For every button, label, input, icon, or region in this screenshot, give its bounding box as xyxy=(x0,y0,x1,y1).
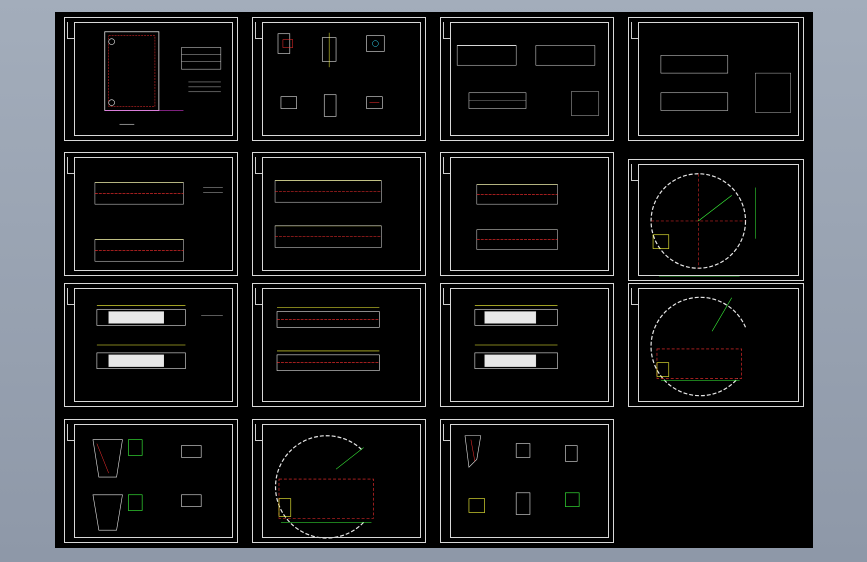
drawing-sheet-circular-plan-3[interactable] xyxy=(252,419,426,543)
drawing-sheet-cover-plan[interactable] xyxy=(64,17,238,141)
drawing-sheet-joint-details[interactable] xyxy=(440,419,614,543)
sheet-graphic xyxy=(474,305,558,369)
sheet-graphic xyxy=(660,55,791,113)
drawing-sheet-beam-plan[interactable] xyxy=(64,283,238,407)
sheet-graphic xyxy=(650,173,756,277)
sheet-graphic xyxy=(274,435,374,539)
sheet-graphic xyxy=(104,31,222,125)
drawing-canvas[interactable] xyxy=(55,12,813,548)
drawing-sheet-plan-with-columns[interactable] xyxy=(440,152,614,276)
sheet-graphic xyxy=(464,435,580,515)
sheet-graphic xyxy=(92,439,202,531)
sheet-graphic xyxy=(277,32,385,117)
drawing-sheet-truss-elevations[interactable] xyxy=(440,17,614,141)
drawing-sheet-beam-plan[interactable] xyxy=(440,283,614,407)
drawing-sheet-node-details[interactable] xyxy=(252,17,426,141)
sheet-graphic xyxy=(274,180,382,248)
drawing-sheet-plan-with-columns[interactable] xyxy=(64,152,238,276)
drawing-sheet-section-details[interactable] xyxy=(64,419,238,543)
drawing-sheet-circular-plan-2[interactable] xyxy=(628,283,804,407)
drawing-sheet-plan-with-columns[interactable] xyxy=(252,152,426,276)
sheet-graphic xyxy=(476,184,558,250)
drawing-sheet-circular-plan[interactable] xyxy=(628,159,804,281)
sheet-graphic xyxy=(456,45,600,116)
sheet-graphic xyxy=(96,305,223,369)
drawing-sheet-beam-plan-hatched[interactable] xyxy=(252,283,426,407)
sheet-graphic xyxy=(276,307,380,371)
sheet-graphic xyxy=(650,296,747,397)
sheet-graphic xyxy=(94,182,223,262)
drawing-sheet-truss-elevations-2[interactable] xyxy=(628,17,804,141)
